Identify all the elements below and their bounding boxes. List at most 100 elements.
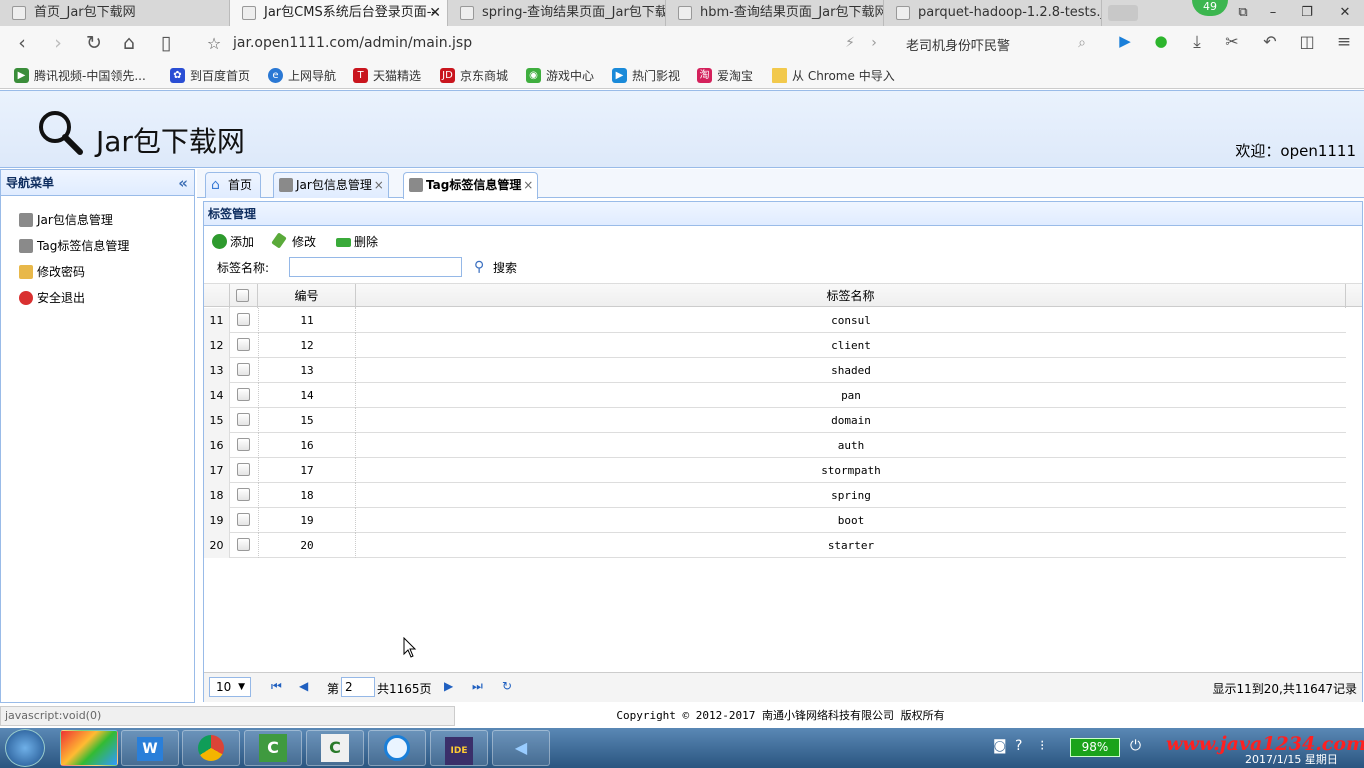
search-button[interactable]: ⚲ 搜索 <box>474 259 517 276</box>
tab-tag-info[interactable]: Tag标签信息管理 × <box>403 172 539 199</box>
close-window-icon[interactable]: ✕ <box>1330 0 1360 26</box>
page-number-input[interactable]: 2 <box>341 677 375 697</box>
row-checkbox[interactable] <box>237 363 250 376</box>
maximize-icon[interactable]: ❐ <box>1292 0 1322 26</box>
nav-item-tag[interactable]: Tag标签信息管理 <box>19 236 129 256</box>
browser-tab[interactable]: parquet-hadoop-1.2.8-tests.ja <box>884 0 1102 26</box>
bookmark-item[interactable]: e 上网导航 <box>268 67 336 84</box>
restore-icon[interactable]: ⧉ <box>1228 0 1258 26</box>
edit-button[interactable]: 修改 <box>271 232 316 251</box>
tray-icon[interactable]: ◙ <box>993 738 1007 754</box>
row-checkbox[interactable] <box>237 413 250 426</box>
nav-item-password[interactable]: 修改密码 <box>19 262 85 282</box>
bookmark-item[interactable]: JD 京东商城 <box>440 67 508 84</box>
undo-icon[interactable]: ↶ <box>1258 32 1282 51</box>
table-row[interactable]: 11 11 consul <box>204 308 1346 333</box>
delete-button[interactable]: 删除 <box>336 233 378 251</box>
start-button[interactable] <box>5 729 45 767</box>
download-icon[interactable]: ⤓ <box>1185 32 1209 52</box>
close-icon[interactable]: × <box>523 173 533 197</box>
lightning-icon[interactable]: ⚡ <box>838 35 862 51</box>
chrome-icon[interactable] <box>182 730 240 766</box>
home-icon[interactable]: ⌂ <box>117 32 141 54</box>
row-checkbox[interactable] <box>237 313 250 326</box>
table-row[interactable]: 13 13 shaded <box>204 358 1346 383</box>
bookmark-item[interactable]: ◉ 游戏中心 <box>526 67 594 84</box>
bookmark-item[interactable]: ▶ 腾讯视频-中国领先... <box>14 67 146 84</box>
status-url: javascript:void(0) <box>0 706 455 726</box>
play-icon[interactable]: ▶ <box>1113 32 1137 50</box>
new-tab-button[interactable] <box>1108 5 1138 21</box>
table-row[interactable]: 17 17 stormpath <box>204 458 1346 483</box>
app-icon[interactable] <box>60 730 118 766</box>
power-plug-icon[interactable]: ⏻ <box>1130 738 1141 754</box>
row-checkbox[interactable] <box>237 538 250 551</box>
browser-tab[interactable]: 首页_Jar包下载网 <box>0 0 230 26</box>
table-row[interactable]: 12 12 client <box>204 333 1346 358</box>
tag-name-input[interactable] <box>289 257 462 277</box>
bookmark-item[interactable]: 从 Chrome 中导入 <box>772 67 895 84</box>
name-header[interactable]: 标签名称 <box>356 284 1346 308</box>
prev-page-icon[interactable]: ◀ <box>299 679 308 693</box>
table-row[interactable]: 19 19 boot <box>204 508 1346 533</box>
nav-item-logout[interactable]: 安全退出 <box>19 288 85 308</box>
refresh-icon[interactable]: ↻ <box>502 679 512 693</box>
browser-app-icon[interactable] <box>368 730 426 766</box>
row-checkbox[interactable] <box>237 488 250 501</box>
minimize-icon[interactable]: – <box>1258 0 1288 26</box>
bookmark-item[interactable]: T 天猫精选 <box>353 67 421 84</box>
row-checkbox[interactable] <box>237 513 250 526</box>
search-icon[interactable]: ⌕ <box>1070 35 1094 51</box>
table-row[interactable]: 14 14 pan <box>204 383 1346 408</box>
camtasia-icon[interactable]: C <box>244 730 302 766</box>
search-box[interactable]: 老司机身份吓民警 <box>906 35 1010 54</box>
battery-indicator[interactable]: 98% <box>1070 738 1120 757</box>
reader-icon[interactable]: ▯ <box>154 32 178 54</box>
scissors-icon[interactable]: ✂ <box>1220 32 1244 51</box>
bookmark-item[interactable]: 淘爱淘宝 <box>697 67 753 84</box>
row-checkbox[interactable] <box>237 463 250 476</box>
row-checkbox[interactable] <box>237 338 250 351</box>
camtasia-recorder-icon[interactable]: C <box>306 730 364 766</box>
table-row[interactable]: 20 20 starter <box>204 533 1346 558</box>
id-header[interactable]: 编号 <box>258 284 356 308</box>
bookmark-item[interactable]: ▶ 热门影视 <box>612 67 680 84</box>
chevron-right-icon[interactable]: › <box>862 35 886 51</box>
star-icon[interactable]: ☆ <box>202 34 226 53</box>
bag-icon[interactable]: ◫ <box>1295 32 1319 51</box>
tab-home[interactable]: ⌂ 首页 <box>205 172 262 198</box>
tag-panel: 标签管理 添加 修改 删除 标签名称: ⚲ 搜索 编号 标签名称 11 11 cons… <box>203 201 1363 702</box>
last-page-icon[interactable]: ⏭ <box>472 679 483 694</box>
table-row[interactable]: 16 16 auth <box>204 433 1346 458</box>
wps-icon[interactable]: W <box>121 730 179 766</box>
tab-jar-info[interactable]: Jar包信息管理 × <box>273 172 389 198</box>
table-row[interactable]: 18 18 spring <box>204 483 1346 508</box>
tray-expand-icon[interactable]: ⁝ <box>1040 738 1044 754</box>
collapse-icon[interactable]: « <box>178 170 188 196</box>
browser-tab[interactable]: hbm-查询结果页面_Jar包下载网 <box>666 0 884 26</box>
add-button[interactable]: 添加 <box>212 233 254 251</box>
forward-icon[interactable]: › <box>46 32 70 54</box>
select-all-checkbox[interactable] <box>236 289 249 302</box>
first-page-icon[interactable]: ⏮ <box>271 679 282 694</box>
eclipse-icon[interactable]: IDE <box>430 730 488 766</box>
row-checkbox[interactable] <box>237 388 250 401</box>
bookmark-item[interactable]: ✿ 到百度首页 <box>170 67 250 84</box>
next-page-icon[interactable]: ▶ <box>444 679 453 693</box>
table-row[interactable]: 15 15 domain <box>204 408 1346 433</box>
nav-item-jar[interactable]: Jar包信息管理 <box>19 210 113 230</box>
url-field[interactable]: jar.open1111.com/admin/main.jsp <box>233 35 472 51</box>
reload-icon[interactable]: ↻ <box>82 32 106 54</box>
browser-tab[interactable]: spring-查询结果页面_Jar包下载 <box>448 0 666 26</box>
close-tab-icon[interactable]: ✕ <box>429 0 441 26</box>
menu-icon[interactable]: ≡ <box>1332 32 1356 52</box>
clock-date[interactable]: 2017/1/15 星期日 <box>1245 751 1338 767</box>
browser-tab-active[interactable]: Jar包CMS系统后台登录页面-- ✕ <box>230 0 448 26</box>
close-icon[interactable]: × <box>374 173 384 197</box>
row-checkbox[interactable] <box>237 438 250 451</box>
mysql-icon[interactable]: ◀ <box>492 730 550 766</box>
chat-icon[interactable]: ● <box>1149 32 1173 50</box>
page-size-select[interactable]: 10 ▼ <box>209 677 251 697</box>
back-icon[interactable]: ‹ <box>10 32 34 54</box>
help-icon[interactable]: ? <box>1015 738 1022 754</box>
